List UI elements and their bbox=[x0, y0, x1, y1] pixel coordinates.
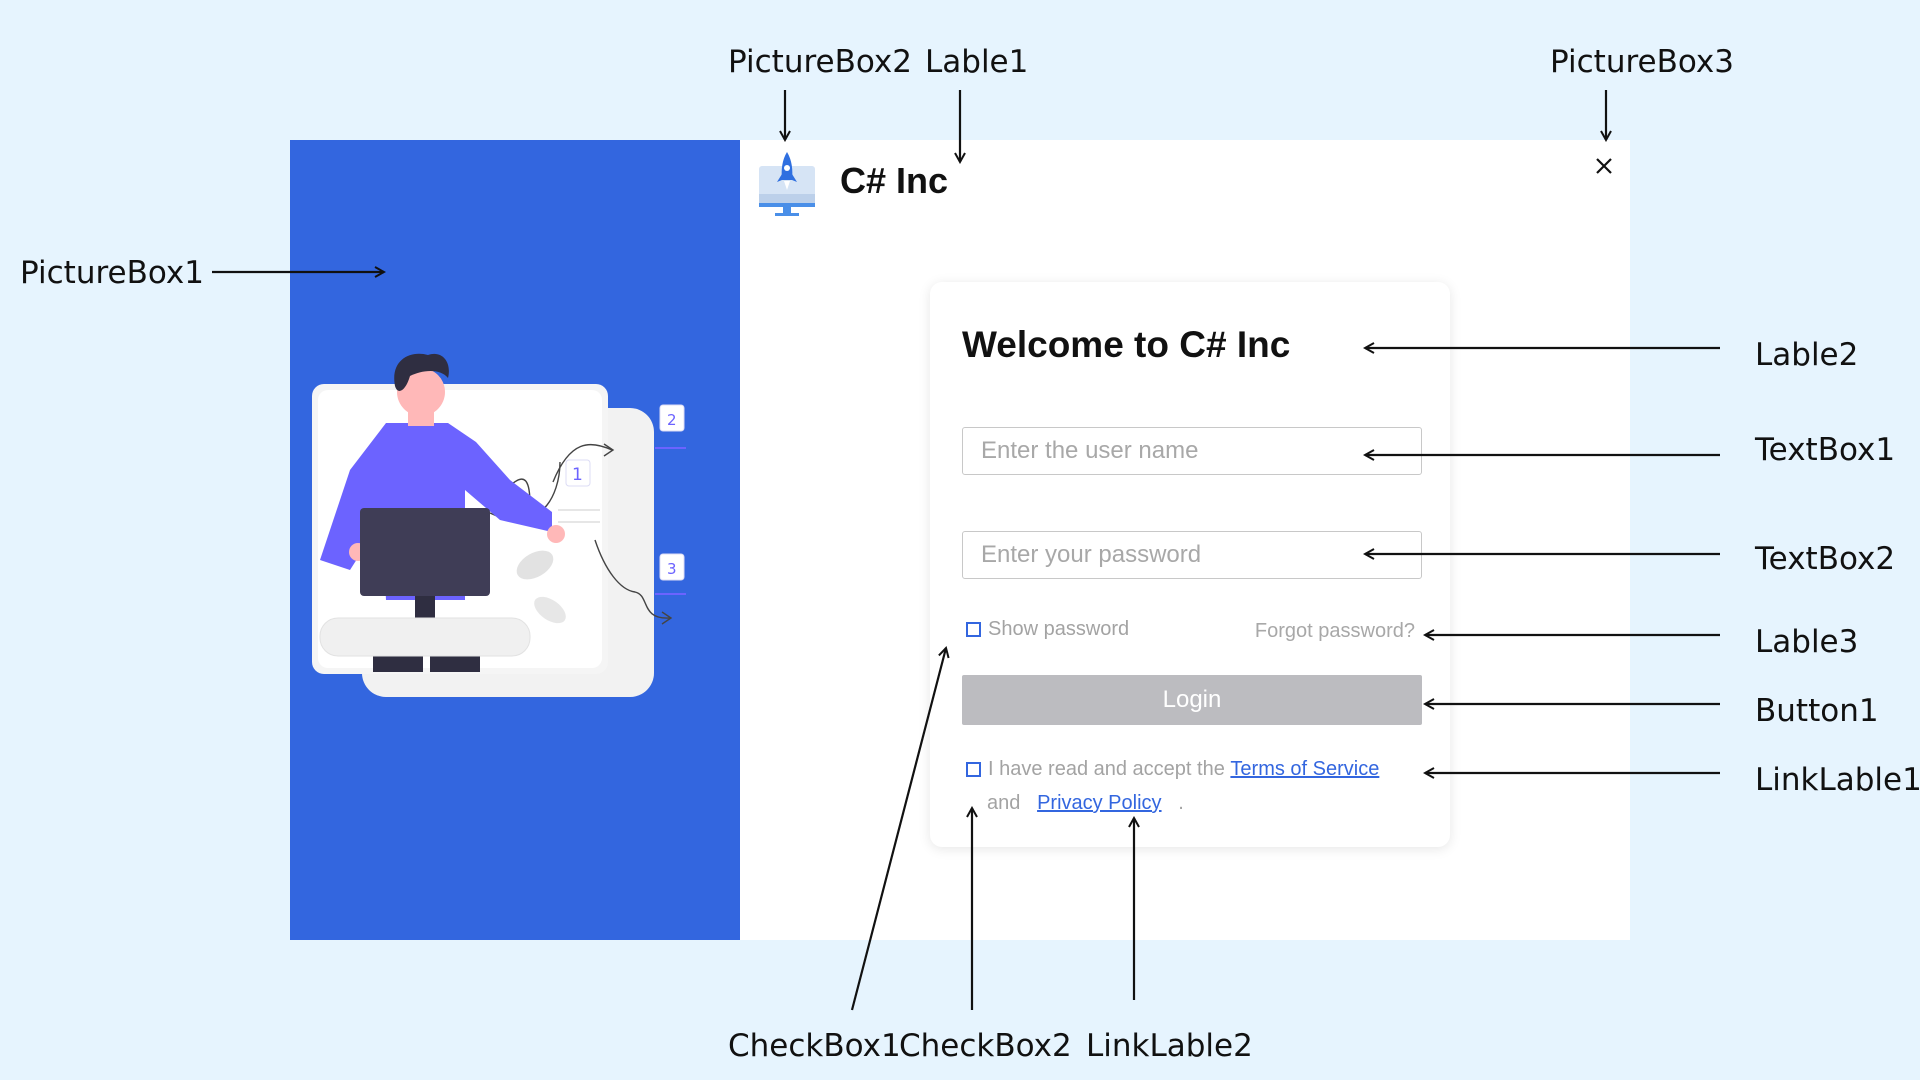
callout-textbox2: TextBox2 bbox=[1755, 541, 1896, 577]
callout-button1: Button1 bbox=[1755, 693, 1879, 729]
button1-login-button[interactable]: Login bbox=[962, 675, 1422, 725]
terms-second-line: and Privacy Policy . bbox=[987, 792, 1184, 815]
callout-lable2: Lable2 bbox=[1755, 337, 1859, 373]
linklable1-terms-of-service[interactable]: Terms of Service bbox=[1230, 758, 1379, 781]
callout-checkbox2: CheckBox2 bbox=[899, 1028, 1072, 1064]
lable3-forgot-password[interactable]: Forgot password? bbox=[1255, 620, 1415, 643]
terms-prefix: I have read and accept the bbox=[988, 758, 1225, 780]
callout-picturebox3: PictureBox3 bbox=[1550, 44, 1734, 80]
close-icon[interactable] bbox=[1592, 154, 1616, 178]
and-text: and bbox=[987, 792, 1021, 814]
checkbox1-show-password[interactable]: Show password bbox=[966, 618, 1129, 641]
lable2-welcome-title: Welcome to C# Inc bbox=[962, 324, 1291, 365]
callout-checkbox1: CheckBox1 bbox=[728, 1028, 901, 1064]
textbox2-password-input[interactable] bbox=[962, 531, 1422, 579]
checkbox2-accept-terms[interactable]: I have read and accept the Terms of Serv… bbox=[966, 758, 1379, 781]
picturebox1-blue-panel: 1 2 3 bbox=[290, 140, 740, 940]
callout-lable1: Lable1 bbox=[925, 44, 1029, 80]
login-card: Welcome to C# Inc Show password Forgot p… bbox=[930, 282, 1450, 847]
show-password-label: Show password bbox=[988, 618, 1130, 640]
linklable2-privacy-policy[interactable]: Privacy Policy bbox=[1037, 792, 1161, 814]
callout-picturebox2: PictureBox2 bbox=[728, 44, 912, 80]
step-2-label: 2 bbox=[667, 411, 677, 429]
callout-lable3: Lable3 bbox=[1755, 624, 1859, 660]
textbox1-username-input[interactable] bbox=[962, 427, 1422, 475]
login-window: 1 2 3 C# Inc Welcome to C# Inc Enter the… bbox=[290, 140, 1630, 940]
person-at-computer-illustration: 1 2 3 bbox=[312, 353, 686, 697]
callout-linklable2: LinkLable2 bbox=[1086, 1028, 1253, 1064]
callout-linklable1: LinkLable1 bbox=[1755, 762, 1920, 798]
checkbox-icon[interactable] bbox=[966, 762, 981, 777]
callout-textbox1: TextBox1 bbox=[1755, 432, 1896, 468]
step-3-label: 3 bbox=[667, 560, 677, 578]
rocket-monitor-icon bbox=[759, 152, 815, 216]
checkbox-icon[interactable] bbox=[966, 622, 981, 637]
lable1-app-title: C# Inc bbox=[840, 160, 949, 201]
step-1-label: 1 bbox=[572, 465, 583, 485]
callout-picturebox1: PictureBox1 bbox=[20, 255, 204, 291]
period-text: . bbox=[1178, 792, 1184, 814]
